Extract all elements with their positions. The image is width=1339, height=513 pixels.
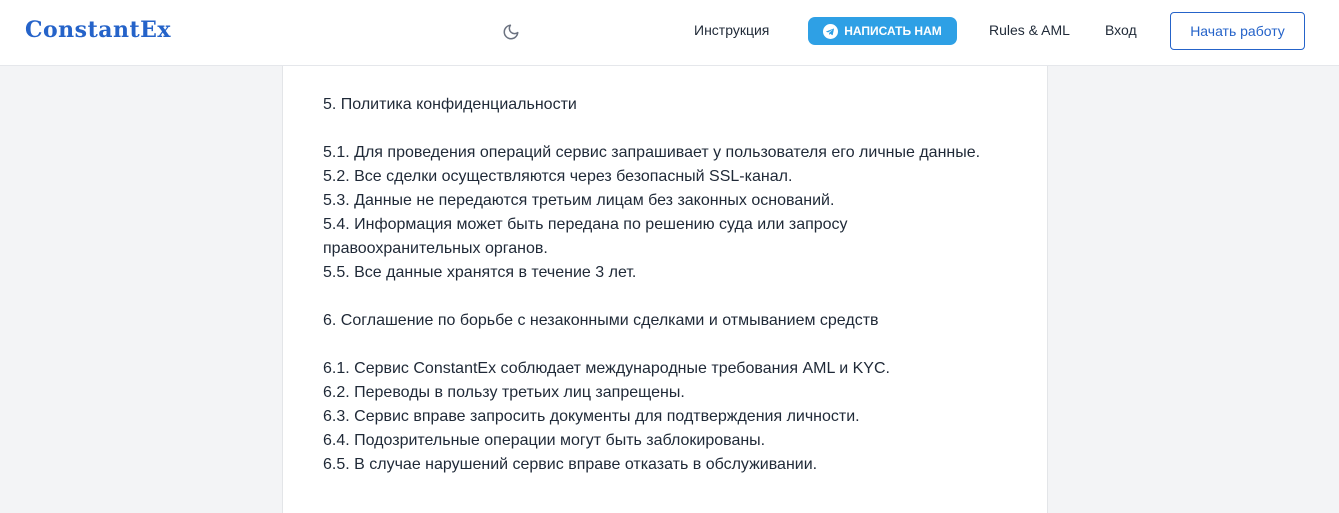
list-item: 5.2. Все сделки осуществляются через без… — [323, 168, 793, 185]
list-item: 6.5. В случае нарушений сервис вправе от… — [323, 456, 818, 473]
write-us-label: НАПИСАТЬ НАМ — [844, 24, 942, 38]
list-item: 5.4. Информация может быть передана по р… — [323, 216, 848, 257]
moon-icon — [503, 24, 519, 40]
list-item: 5.3. Данные не передаются третьим лицам … — [323, 192, 835, 209]
theme-toggle-button[interactable] — [500, 21, 522, 43]
nav-instruction-link[interactable]: Инструкция — [694, 22, 769, 38]
list-item: 6.2. Переводы в пользу третьих лиц запре… — [323, 384, 685, 401]
rules-text: 5. Политика конфиденциальности 5.1. Для … — [323, 93, 1003, 477]
list-item: 6.4. Подозрительные операции могут быть … — [323, 432, 766, 449]
nav-login-link[interactable]: Вход — [1105, 22, 1137, 38]
list-item: 6.3. Сервис вправе запросить документы д… — [323, 408, 860, 425]
section-heading: 6. Соглашение по борьбе с незаконными сд… — [323, 312, 879, 329]
list-item: 5.1. Для проведения операций сервис запр… — [323, 144, 981, 161]
write-us-button[interactable]: НАПИСАТЬ НАМ — [808, 17, 957, 45]
list-item: 5.5. Все данные хранятся в течение 3 лет… — [323, 264, 637, 281]
section-heading: 5. Политика конфиденциальности — [323, 96, 577, 113]
start-button[interactable]: Начать работу — [1170, 12, 1305, 50]
telegram-icon — [823, 23, 839, 39]
nav-rules-link[interactable]: Rules & AML — [989, 22, 1070, 38]
logo[interactable]: ConstantEx — [25, 17, 171, 43]
site-header: ConstantEx Инструкция НАПИСАТЬ НАМ Rules… — [0, 0, 1339, 66]
list-item: 6.1. Сервис ConstantEx соблюдает междуна… — [323, 360, 890, 377]
rules-content-card: 5. Политика конфиденциальности 5.1. Для … — [282, 66, 1048, 513]
